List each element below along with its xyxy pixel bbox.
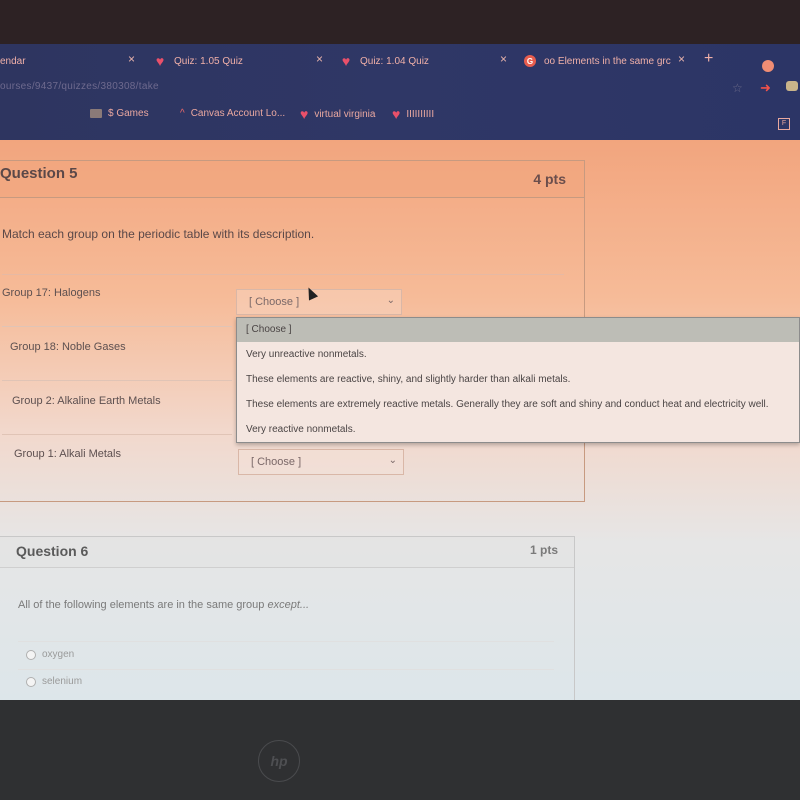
bookmark-label: IIIIIIIIII — [406, 108, 435, 120]
question-title: Question 5 — [0, 165, 78, 182]
tab-label: Quiz: 1.04 Quiz — [360, 55, 429, 67]
row-divider — [2, 380, 232, 381]
divider — [18, 641, 554, 642]
chevron-down-icon: ⌄ — [388, 455, 397, 466]
close-icon[interactable]: × — [500, 52, 507, 66]
folder-icon — [90, 109, 102, 118]
monitor-bezel-top — [0, 0, 800, 44]
question-points: 4 pts — [533, 171, 566, 187]
bookmark-canvas[interactable]: ^ Canvas Account Lo... — [180, 108, 285, 119]
bookmark-virtual-virginia[interactable]: ♥ virtual virginia — [300, 106, 376, 122]
match-label-halogens: Group 17: Halogens — [2, 287, 101, 299]
chevron-down-icon: ⌄ — [386, 295, 395, 306]
prompt-text: All of the following elements are in the… — [18, 599, 268, 611]
question-prompt: All of the following elements are in the… — [18, 599, 309, 611]
heart-icon: ♥ — [341, 53, 351, 69]
row-divider — [2, 326, 232, 327]
dropdown-option[interactable]: [ Choose ] — [237, 318, 799, 342]
monitor-bezel-bottom — [0, 700, 800, 800]
heart-icon: ♥ — [300, 106, 309, 122]
select-value: [ Choose ] — [249, 296, 300, 308]
answer-option-selenium[interactable]: selenium — [26, 676, 82, 687]
heart-icon: ♥ — [155, 53, 165, 69]
dropdown-option[interactable]: These elements are reactive, shiny, and … — [237, 367, 799, 392]
select-dropdown-list: [ Choose ] Very unreactive nonmetals. Th… — [236, 317, 800, 443]
tab-strip: endar × ♥ Quiz: 1.05 Quiz × ♥ Quiz: 1.04… — [0, 44, 800, 78]
tab-calendar[interactable]: endar — [0, 50, 26, 72]
close-icon[interactable]: × — [678, 52, 685, 66]
match-label-alkaline-earth: Group 2: Alkaline Earth Metals — [12, 395, 161, 407]
close-icon[interactable]: × — [128, 52, 135, 66]
answer-option-oxygen[interactable]: oxygen — [26, 649, 74, 660]
new-tab-button[interactable]: + — [704, 50, 713, 68]
address-bar[interactable]: ourses/9437/quizzes/380308/take ☆ ➜ — [0, 78, 800, 100]
quiz-page: Question 5 4 pts Match each group on the… — [0, 140, 800, 708]
tab-elements-search[interactable]: G oo Elements in the same grc — [524, 50, 671, 72]
close-icon[interactable]: × — [316, 52, 323, 66]
answer-label: selenium — [42, 676, 83, 687]
question-prompt: Match each group on the periodic table w… — [2, 227, 315, 241]
tab-quiz-104[interactable]: ♥ Quiz: 1.04 Quiz — [340, 50, 429, 72]
question-header: Question 6 1 pts — [0, 537, 574, 568]
divider — [2, 274, 564, 275]
url-text[interactable]: ourses/9437/quizzes/380308/take — [0, 81, 159, 92]
bookmark-games[interactable]: $ Games — [90, 108, 149, 119]
bookmark-label: virtual virginia — [314, 108, 376, 120]
prompt-emphasis: except... — [267, 599, 310, 611]
dropdown-option[interactable]: Very reactive nonmetals. — [237, 417, 799, 442]
question-header: Question 5 4 pts — [0, 161, 584, 198]
extension-icon-2[interactable] — [786, 81, 798, 91]
question-points: 1 pts — [529, 543, 558, 557]
dropdown-option[interactable]: These elements are extremely reactive me… — [237, 392, 799, 417]
radio-button[interactable] — [26, 649, 36, 660]
google-icon: G — [524, 55, 536, 67]
divider — [18, 669, 554, 670]
extension-icon[interactable]: ➜ — [760, 80, 771, 96]
match-select-halogens[interactable]: [ Choose ] ⌄ — [236, 289, 402, 315]
reading-list-icon[interactable]: F — [778, 118, 790, 130]
tab-label: Quiz: 1.05 Quiz — [174, 55, 243, 67]
bookmarks-bar: $ Games ^ Canvas Account Lo... ♥ virtual… — [0, 106, 800, 126]
radio-button[interactable] — [26, 676, 36, 687]
select-value: [ Choose ] — [251, 456, 302, 468]
answer-label: oxygen — [42, 649, 75, 660]
browser-chrome: endar × ♥ Quiz: 1.05 Quiz × ♥ Quiz: 1.04… — [0, 44, 800, 140]
tab-label: oo Elements in the same grc — [544, 55, 671, 67]
profile-icon[interactable] — [762, 60, 774, 72]
tab-label: endar — [0, 55, 26, 67]
heart-icon: ♥ — [392, 106, 401, 122]
question-title: Question 6 — [16, 543, 89, 559]
match-label-noble-gases: Group 18: Noble Gases — [10, 341, 126, 353]
dropdown-option[interactable]: Very unreactive nonmetals. — [237, 342, 799, 367]
canvas-icon: ^ — [180, 108, 185, 119]
bookmark-label: Canvas Account Lo... — [190, 108, 286, 119]
bookmark-star-icon[interactable]: ☆ — [732, 81, 743, 95]
hp-logo-icon: hp — [258, 740, 300, 782]
tab-quiz-105[interactable]: ♥ Quiz: 1.05 Quiz — [154, 50, 243, 72]
question-6-card: Question 6 1 pts All of the following el… — [0, 536, 575, 708]
match-select-alkali[interactable]: [ Choose ] ⌄ — [238, 449, 404, 475]
bookmark-other[interactable]: ♥ IIIIIIIIII — [392, 106, 435, 122]
match-label-alkali: Group 1: Alkali Metals — [14, 448, 121, 460]
row-divider — [2, 434, 232, 435]
bookmark-label: $ Games — [108, 108, 149, 119]
